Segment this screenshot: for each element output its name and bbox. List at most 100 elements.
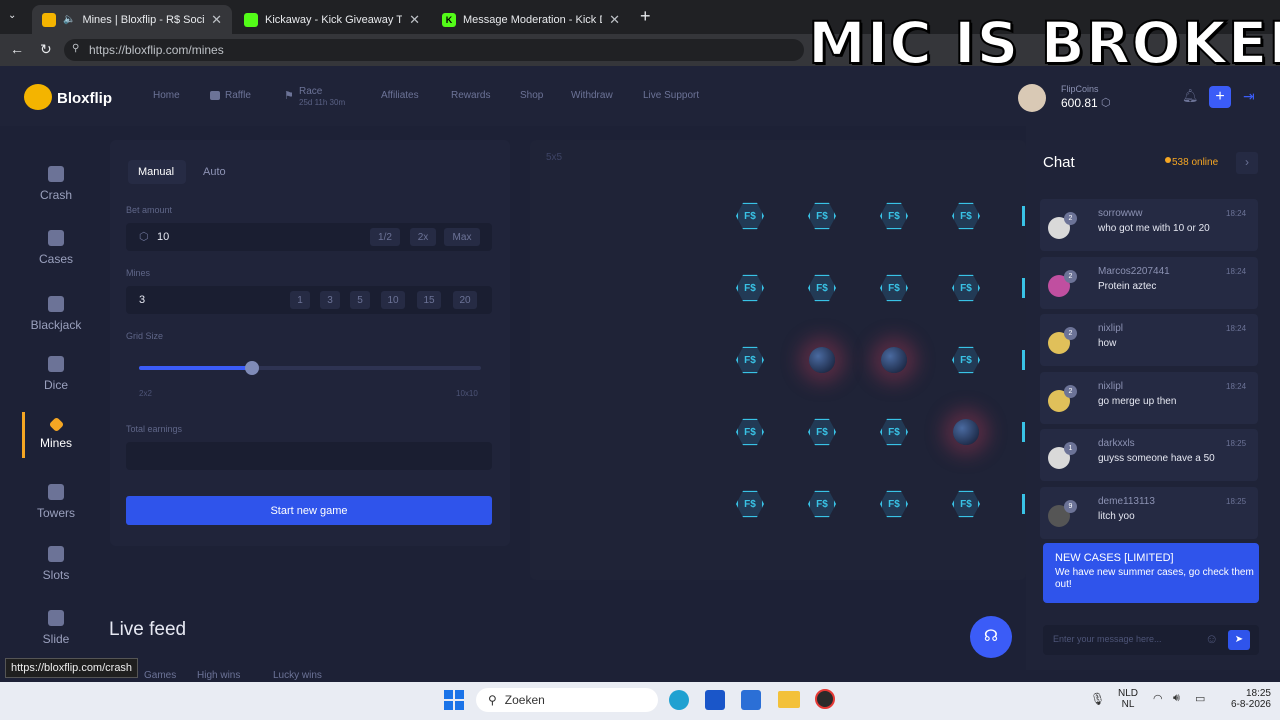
feed-tab-games[interactable]: Games [144,670,176,681]
gem-tile[interactable]: F$ [807,417,837,447]
reload-icon[interactable]: ↻ [40,41,52,58]
file-explorer-icon[interactable] [778,691,800,708]
close-tab-icon[interactable]: ✕ [409,12,420,28]
close-tab-icon[interactable]: ✕ [609,12,620,28]
online-count: 538 online [1172,157,1219,168]
slider-handle[interactable] [244,361,259,375]
gem-tile[interactable]: F$ [879,417,909,447]
gem-tile[interactable]: F$ [879,201,909,231]
level-badge: 2 [1064,212,1077,225]
app-icon[interactable] [705,690,725,710]
start-icon[interactable] [444,690,464,710]
chat-username[interactable]: deme113113 [1098,496,1155,507]
gem-tile[interactable]: F$ [951,273,981,303]
sidebar-item-dice[interactable]: Dice [18,356,94,392]
mines-option-10[interactable]: 10 [381,291,405,309]
bet-half-button[interactable]: 1/2 [370,228,400,246]
chat-username[interactable]: darkxxls [1098,438,1135,449]
tab-auto[interactable]: Auto [203,166,226,178]
tab-manual[interactable]: Manual [138,166,174,178]
browser-tab-mines[interactable]: 🔈 Mines | Bloxflip - R$ Social Ca ✕ [32,5,232,34]
clock[interactable]: 18:25 6-8-2026 [1225,688,1271,710]
nav-raffle[interactable]: Raffle [225,90,251,101]
language-indicator[interactable]: NLD NL [1118,688,1138,710]
chat-username[interactable]: nixlipl [1098,323,1123,334]
sidebar-item-blackjack[interactable]: Blackjack [18,296,94,332]
chat-username[interactable]: nixlipl [1098,381,1123,392]
wifi-icon[interactable]: ◠ [1153,692,1163,705]
gem-tile[interactable]: F$ [807,201,837,231]
chat-username[interactable]: Marcos2207441 [1098,266,1170,277]
gem-tile[interactable]: F$ [807,273,837,303]
chat-username[interactable]: sorrowww [1098,208,1142,219]
nav-race[interactable]: Race [299,86,322,97]
sidebar-item-slide[interactable]: Slide [18,610,94,646]
logout-icon[interactable]: ⇥ [1243,88,1255,105]
obs-icon[interactable] [815,689,835,709]
bet-amount-input[interactable] [126,223,492,251]
deposit-button[interactable]: + [1209,86,1231,108]
close-tab-icon[interactable]: ✕ [211,12,222,28]
gem-tile[interactable]: F$ [807,489,837,519]
sidebar-item-towers[interactable]: Towers [18,484,94,520]
bell-icon[interactable]: 🔔︎ [1182,88,1199,104]
mine-tile[interactable] [807,345,837,375]
gem-tile[interactable]: F$ [879,489,909,519]
emoji-icon[interactable]: ☺ [1205,631,1218,646]
feed-tab-lucky-wins[interactable]: Lucky wins [273,670,322,681]
site-info-icon[interactable]: ⚲ [72,43,79,54]
back-arrow-icon[interactable]: ← [10,41,24,57]
battery-icon[interactable]: ▭ [1195,692,1205,705]
nav-home[interactable]: Home [153,90,180,101]
grid-size-slider[interactable] [139,361,481,375]
nav-withdraw[interactable]: Withdraw [571,90,613,101]
bet-max-button[interactable]: Max [444,228,480,246]
collapse-chat-button[interactable]: › [1236,152,1258,174]
mines-option-5[interactable]: 5 [350,291,370,309]
taskbar-search[interactable]: ⚲ Zoeken [476,688,658,712]
gem-tile[interactable]: F$ [735,417,765,447]
new-tab-button[interactable]: + [640,6,651,27]
mines-option-1[interactable]: 1 [290,291,310,309]
gem-tile[interactable]: F$ [735,489,765,519]
tab-list-chevron-icon[interactable]: ⌄ [8,10,26,24]
nav-affiliates[interactable]: Affiliates [381,90,419,101]
promo-text: We have new summer cases, go check them … [1055,567,1254,590]
gem-tile[interactable]: F$ [951,201,981,231]
gem-tile[interactable]: F$ [735,345,765,375]
gem-tile[interactable]: F$ [735,201,765,231]
bet-double-button[interactable]: 2x [410,228,436,246]
gem-tile[interactable]: F$ [951,345,981,375]
gem-tile[interactable]: F$ [951,489,981,519]
site-logo[interactable]: Bloxflip [57,90,112,107]
nav-rewards[interactable]: Rewards [451,90,490,101]
support-headset-button[interactable]: ☊ [970,616,1012,658]
chat-timestamp: 18:24 [1226,209,1247,218]
mines-option-3[interactable]: 3 [320,291,340,309]
edge-icon[interactable] [669,690,689,710]
volume-icon[interactable]: 🔊︎ [1173,692,1180,705]
start-game-button[interactable]: Start new game [126,496,492,525]
user-avatar[interactable] [1018,84,1046,112]
sidebar-item-crash[interactable]: Crash [18,166,94,202]
microphone-icon[interactable]: 🎙︎ [1090,692,1105,706]
gem-tile[interactable]: F$ [735,273,765,303]
mine-tile[interactable] [951,417,981,447]
sidebar-item-cases[interactable]: Cases [18,230,94,266]
browser-tab-kickaway[interactable]: Kickaway - Kick Giveaway Tool ✕ [234,5,430,34]
send-button[interactable]: ➤ [1228,630,1250,650]
sidebar-item-mines[interactable]: Mines [18,416,94,450]
feed-tab-high-wins[interactable]: High wins [197,670,240,681]
mine-tile[interactable] [879,345,909,375]
chat-text: go merge up then [1098,395,1177,407]
store-icon[interactable] [741,690,761,710]
nav-live-support[interactable]: Live Support [643,90,699,101]
url-field[interactable]: ⚲ https://bloxflip.com/mines [64,39,804,61]
sidebar-item-slots[interactable]: Slots [18,546,94,582]
bloxflip-logo-icon[interactable] [24,84,52,110]
mines-option-20[interactable]: 20 [453,291,477,309]
mines-option-15[interactable]: 15 [417,291,441,309]
browser-tab-moderation[interactable]: K Message Moderation - Kick Dashb ✕ [432,5,630,34]
nav-shop[interactable]: Shop [520,90,543,101]
gem-tile[interactable]: F$ [879,273,909,303]
